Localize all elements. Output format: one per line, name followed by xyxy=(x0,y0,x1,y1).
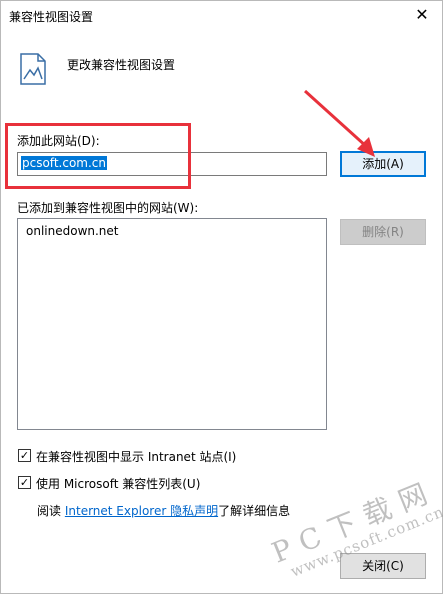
privacy-link[interactable]: Internet Explorer 隐私声明 xyxy=(65,504,218,518)
intranet-label: 在兼容性视图中显示 Intranet 站点(I) xyxy=(36,450,237,464)
close-icon[interactable]: ✕ xyxy=(412,5,432,25)
header-text: 更改兼容性视图设置 xyxy=(67,58,176,72)
intranet-checkbox[interactable]: ✓ xyxy=(18,449,31,462)
ms-list-label: 使用 Microsoft 兼容性列表(U) xyxy=(36,477,201,491)
title-bar: 兼容性视图设置 ✕ xyxy=(1,1,442,31)
remove-button[interactable]: 删除(R) xyxy=(340,219,426,245)
highlight-box xyxy=(5,123,191,189)
ms-list-checkbox[interactable]: ✓ xyxy=(18,476,31,489)
list-item[interactable]: onlinedown.net xyxy=(26,224,119,238)
red-arrow-icon xyxy=(303,89,375,157)
page-icon xyxy=(20,53,46,85)
sites-label: 已添加到兼容性视图中的网站(W): xyxy=(17,201,199,215)
compatibility-view-dialog: 兼容性视图设置 ✕ 更改兼容性视图设置 添加此网站(D): pcsoft.com… xyxy=(0,0,443,594)
window-title: 兼容性视图设置 xyxy=(9,10,94,24)
privacy-prefix: 阅读 xyxy=(37,504,62,518)
sites-list[interactable]: onlinedown.net xyxy=(17,218,327,430)
